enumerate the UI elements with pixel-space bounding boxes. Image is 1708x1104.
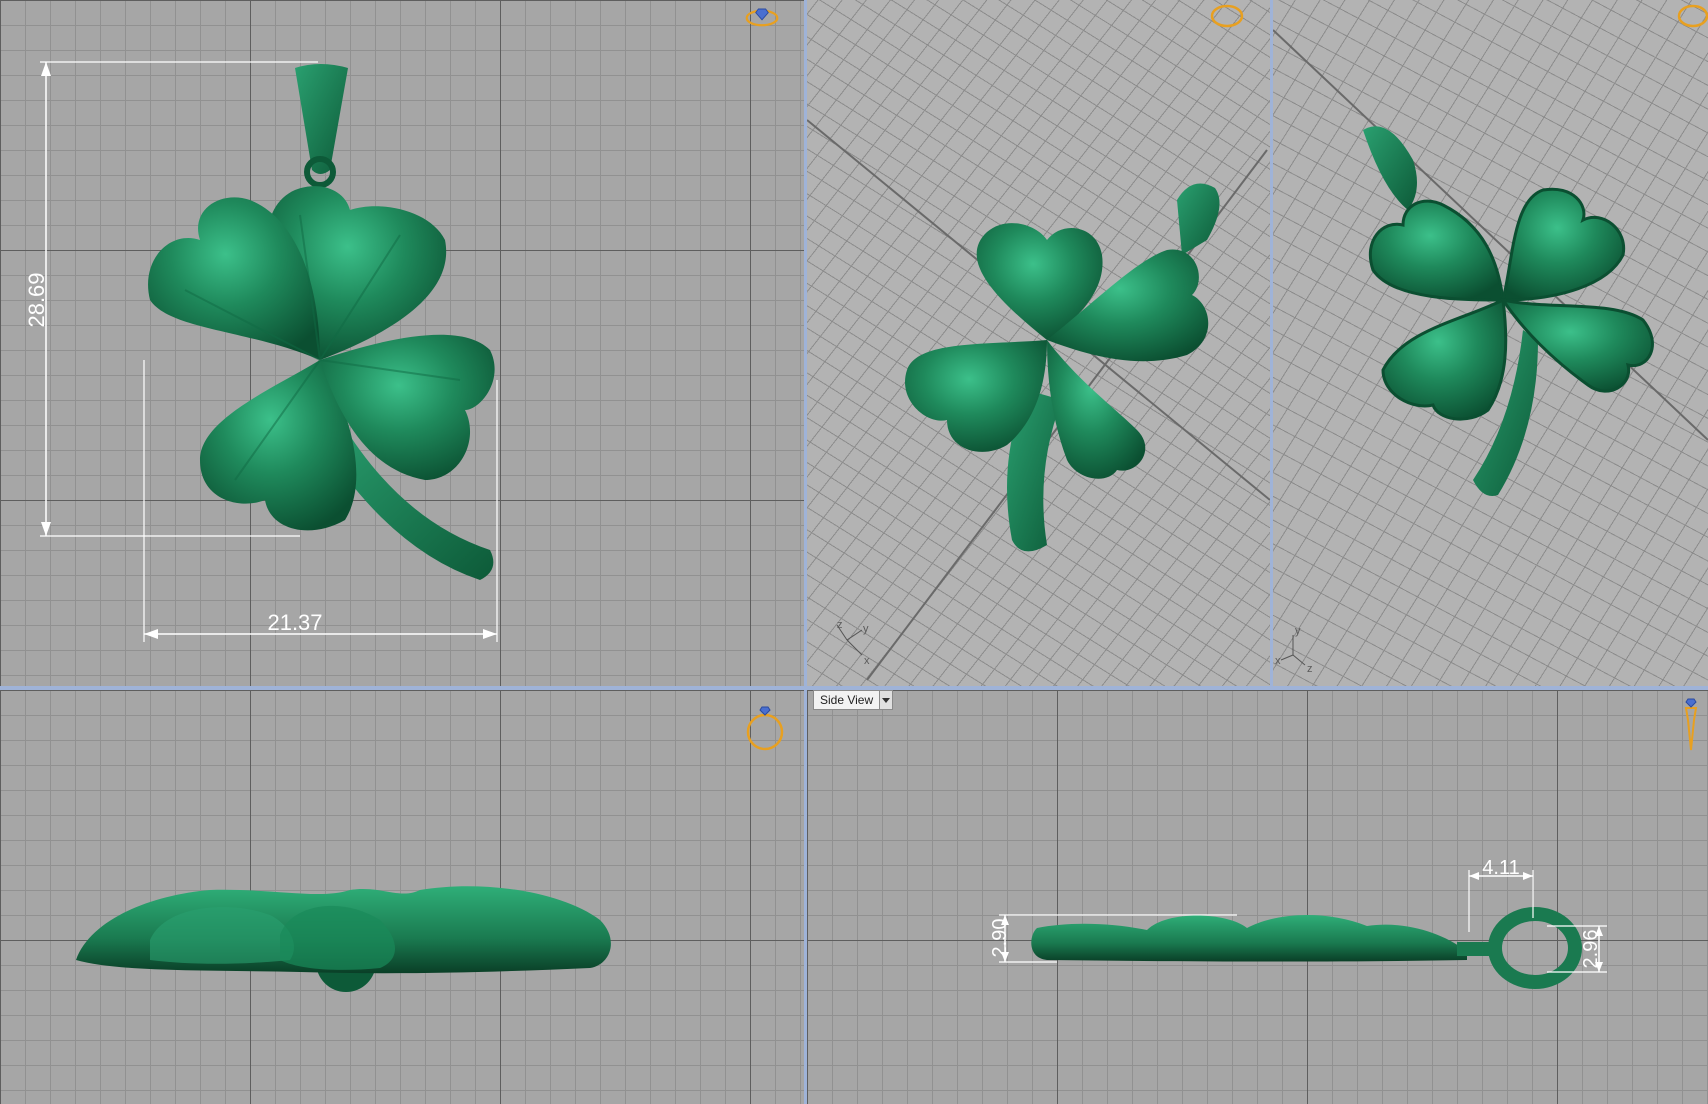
perspective-scene: z y x: [807, 4, 1270, 681]
axis-triad: y x z: [1275, 625, 1313, 675]
top-viewport[interactable]: 21.37 28.69: [0, 0, 804, 686]
svg-text:y: y: [1295, 625, 1301, 637]
clover-model-perspective: [905, 223, 1209, 479]
front-view-scene: [76, 706, 784, 992]
height-dimension-label: 2.90: [989, 919, 1011, 958]
clover-model-perspective-2: [1368, 187, 1654, 421]
ring-nav-icon[interactable]: [746, 706, 784, 751]
svg-text:z: z: [1307, 663, 1313, 675]
ring-nav-icon[interactable]: [1210, 4, 1244, 28]
svg-text:y: y: [863, 623, 869, 635]
clover-model-front: [76, 886, 611, 974]
side-view-scene: 2.90 4.11 2.96: [989, 698, 1698, 989]
perspective-scene-2: y x z: [1273, 4, 1708, 675]
top-view-scene: 21.37 28.69: [24, 8, 779, 642]
pendant-bail: [1177, 183, 1220, 255]
perspective-viewport-2[interactable]: y x z: [1273, 0, 1708, 686]
ring-nav-icon[interactable]: [745, 8, 779, 27]
height-dimension-label: 28.69: [24, 272, 49, 327]
bail-height-dimension-label: 2.96: [1580, 930, 1602, 969]
side-viewport[interactable]: Side View 2.90 4.11 2.96: [807, 690, 1708, 1104]
perspective-viewport[interactable]: z y x: [807, 0, 1270, 686]
svg-text:x: x: [864, 655, 870, 667]
pendant-bail: [1363, 126, 1417, 210]
front-viewport[interactable]: [0, 690, 804, 1104]
width-dimension-label: 21.37: [267, 610, 322, 635]
clover-model-top: [148, 186, 495, 531]
clover-model-side: [1031, 914, 1467, 962]
ring-nav-icon[interactable]: [1677, 4, 1708, 28]
ring-nav-icon[interactable]: [1684, 698, 1698, 751]
bail-width-dimension-label: 4.11: [1482, 857, 1519, 879]
svg-text:z: z: [837, 619, 843, 631]
axis-triad: z y x: [836, 619, 870, 667]
svg-text:x: x: [1275, 655, 1281, 667]
